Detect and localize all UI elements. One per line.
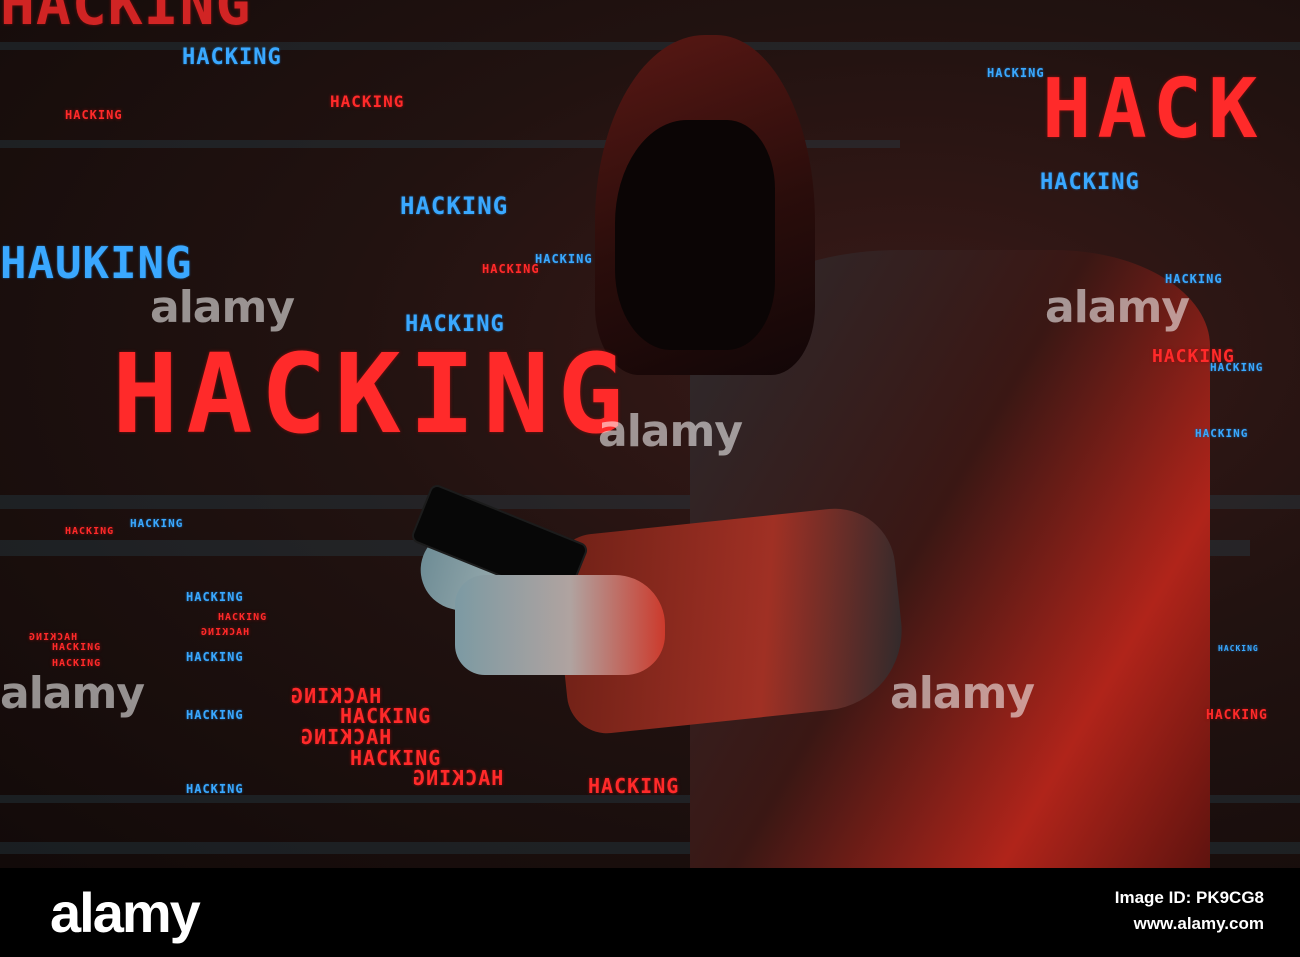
site-url: www.alamy.com — [1133, 914, 1264, 933]
hacking-text: HACKING — [330, 92, 405, 111]
hacking-text: HACKING — [1206, 708, 1268, 723]
hacking-text-glitch: HACKING — [0, 0, 252, 38]
image-id: Image ID: PK9CG8 — [1114, 888, 1264, 907]
hacking-text: HACKING — [218, 612, 268, 623]
right-hand — [455, 575, 665, 675]
hacking-text: HACKING — [1218, 644, 1259, 653]
hacking-text: HACKING — [182, 45, 282, 70]
hacking-text: HACKING — [130, 517, 184, 530]
shadowed-face — [615, 120, 775, 350]
alamy-logo: alamy — [50, 881, 201, 944]
mirrored-hacking-text: HACKING — [28, 632, 77, 643]
hacking-text: HACKING — [52, 642, 102, 653]
alamy-watermark: alamy — [150, 282, 295, 333]
mirrored-word: HACKING — [300, 725, 392, 749]
mirrored-hacking-text: HACKING — [290, 684, 381, 708]
hacking-large-text: HACKING — [112, 330, 632, 458]
alamy-watermark: alamy — [1045, 282, 1190, 333]
hacking-text: HACKING — [186, 650, 244, 664]
alamy-watermark: alamy — [890, 668, 1035, 719]
mirrored-hacking-text: HACKING — [200, 627, 249, 638]
hacking-text: HACKING — [400, 192, 509, 220]
hacking-text: HACKING — [1152, 346, 1235, 367]
hack-large-text: HACK — [1042, 62, 1264, 157]
hacking-text: HACKING — [535, 252, 593, 266]
alamy-watermark: alamy — [598, 406, 743, 457]
hacking-text: HACKING — [186, 782, 244, 796]
alamy-watermark: alamy — [0, 668, 145, 719]
hacker-photo: HACKING HACKING HACKING HAUKING HACKING … — [0, 0, 1300, 868]
hacking-text: HACKING — [1040, 170, 1140, 195]
hacking-text: HACKING — [1195, 427, 1249, 440]
mirrored-word: HACKING — [412, 766, 504, 790]
hacking-text: HACKING — [65, 108, 123, 122]
mirrored-hacking-text: HACKING — [412, 766, 503, 790]
hacking-text: HACKING — [588, 774, 680, 798]
hacking-text: HACKING — [186, 590, 244, 604]
mirrored-word: HACKING — [290, 684, 382, 708]
hacking-text: HACKING — [987, 66, 1045, 80]
mirrored-word: HACKING — [200, 627, 250, 638]
hacking-text: HACKING — [65, 526, 115, 537]
hacking-text: HACKING — [482, 262, 540, 276]
footer-meta: Image ID: PK9CG8 www.alamy.com — [1115, 888, 1264, 934]
mirrored-hacking-text: HACKING — [300, 725, 391, 749]
mirrored-word: HACKING — [28, 632, 78, 643]
hacking-text: HACKING — [186, 708, 244, 722]
